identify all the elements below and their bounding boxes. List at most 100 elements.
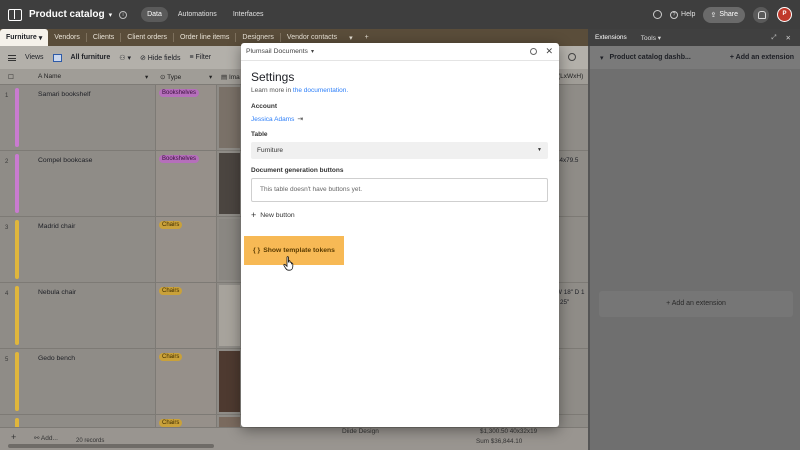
search-icon[interactable] (568, 53, 576, 61)
row-color-strip (15, 352, 19, 411)
chevron-down-icon[interactable]: ▾ (209, 73, 212, 81)
code-value: 40x32x19 (509, 428, 538, 435)
tab-extensions[interactable]: Extensions (588, 34, 634, 41)
attachment-thumbnail[interactable] (219, 285, 240, 346)
column-name[interactable]: A Name (38, 73, 61, 80)
attachment-thumbnail[interactable] (219, 219, 240, 280)
account-name[interactable]: Jessica Adams (251, 116, 294, 123)
horizontal-scrollbar[interactable] (8, 444, 214, 448)
chevron-down-icon: ▼ (537, 147, 542, 153)
add-record-icon[interactable]: + (11, 432, 16, 442)
show-template-tokens-label: Show template tokens (263, 247, 335, 254)
add-extension-box-label: Add an extension (671, 300, 726, 307)
row-number: 3 (5, 225, 9, 231)
cell-name[interactable]: Nebula chair (38, 289, 76, 296)
tab-vendors[interactable]: Vendors (48, 29, 86, 46)
grid-view-icon (52, 53, 62, 62)
select-all-checkbox[interactable]: ☐ (8, 73, 14, 81)
table-select[interactable]: Furniture ▼ (251, 142, 548, 159)
cell-size-line-2: 25" (560, 299, 570, 306)
extension-name[interactable]: Plumsail Documents (246, 48, 308, 55)
tab-order-line-items[interactable]: Order line items (174, 29, 235, 46)
expand-icon[interactable]: ⤢ (771, 34, 776, 42)
cell-size[interactable]: W 18" D 1 (556, 289, 584, 296)
type-badge: Chairs (159, 419, 183, 427)
info-icon[interactable]: i (119, 10, 128, 19)
tab-clients[interactable]: Clients (87, 29, 120, 46)
avatar[interactable]: P (777, 7, 792, 22)
base-name[interactable]: Product catalog (29, 9, 105, 20)
documentation-link[interactable]: the documentation. (293, 87, 348, 94)
plus-icon: + (251, 210, 257, 220)
new-button[interactable]: + New button (251, 210, 295, 220)
logout-icon[interactable]: ⇥ (297, 115, 303, 123)
chevron-down-icon[interactable]: ▾ (311, 48, 314, 55)
type-badge: Chairs (159, 353, 183, 361)
close-icon[interactable]: ✕ (786, 34, 791, 42)
share-icon: ⇪ (710, 11, 717, 19)
column-image[interactable]: ▤ Ima (221, 73, 240, 81)
hand-pointer-icon (283, 256, 294, 271)
price-value: $1,300.50 (480, 428, 509, 435)
chevron-down-icon[interactable]: ▾ (145, 73, 148, 81)
add-record-button[interactable]: ⚯ Add... (34, 434, 58, 442)
extensions-bar: Extensions Tools ▾ ⤢ ✕ (588, 29, 800, 46)
view-name[interactable]: All furniture (71, 54, 111, 61)
filter-button[interactable]: ≡ Filter (189, 54, 211, 61)
braces-icon: { } (253, 247, 261, 254)
dialog-header: Plumsail Documents ▾ ✕ (241, 43, 559, 61)
cell-name[interactable]: Madrid chair (38, 223, 75, 230)
learn-prefix: Learn more in (251, 87, 292, 94)
attachment-thumbnail[interactable] (219, 351, 240, 412)
column-size[interactable]: (LxWxH) (558, 73, 583, 80)
page-title: Settings (251, 70, 295, 84)
cell-designer: Diide Design (342, 428, 379, 435)
cell-name[interactable]: Samari bookshelf (38, 91, 91, 98)
tab-furniture[interactable]: Furniture ▾ (0, 29, 49, 46)
type-badge: Chairs (159, 287, 183, 295)
chevron-down-icon[interactable]: ▾ (109, 11, 113, 19)
menu-icon[interactable] (8, 54, 16, 61)
cell-price: $1,300.50 40x32x19 (480, 428, 537, 435)
help-label: Help (681, 11, 696, 18)
help-button[interactable]: ? Help (670, 10, 696, 19)
people-icon: ⚇ ▾ (119, 54, 131, 62)
row-color-strip (15, 286, 19, 345)
chevron-down-icon[interactable]: ▾ (600, 54, 604, 62)
tab-label: Furniture (6, 34, 37, 41)
row-number: 5 (5, 357, 9, 363)
attachment-thumbnail[interactable] (219, 87, 240, 148)
nav-interfaces[interactable]: Interfaces (227, 7, 270, 22)
nav-data[interactable]: Data (141, 7, 168, 22)
cell-name[interactable]: Compel bookcase (38, 157, 92, 164)
help-icon: ? (670, 10, 679, 19)
column-name-label: Name (43, 73, 62, 80)
dashboard-name[interactable]: Product catalog dashb... (610, 54, 691, 61)
close-icon[interactable]: ✕ (545, 47, 553, 56)
sum-summary: Sum $36,844.10 (476, 438, 523, 445)
learn-more-text: Learn more in the documentation. (251, 87, 348, 94)
filter-label: Filter (195, 54, 212, 61)
tab-tools[interactable]: Tools ▾ (634, 34, 668, 42)
hide-fields-button[interactable]: ⊘ Hide fields (140, 54, 181, 62)
row-number: 1 (5, 93, 9, 99)
bell-icon[interactable] (753, 6, 769, 23)
tab-client-orders[interactable]: Client orders (121, 29, 173, 46)
extension-settings-dialog: Plumsail Documents ▾ ✕ Settings Learn mo… (241, 43, 559, 427)
attachment-thumbnail[interactable] (219, 153, 240, 214)
column-type-label: Type (167, 74, 182, 81)
share-button[interactable]: ⇪ Share (703, 6, 745, 23)
extensions-panel: ▾ Product catalog dashb... + Add an exte… (588, 46, 800, 450)
cell-size[interactable]: 14x79.5 (556, 157, 578, 164)
gear-icon[interactable] (530, 48, 538, 55)
views-button[interactable]: Views (25, 54, 44, 61)
column-type[interactable]: ⊙ Type (160, 73, 181, 81)
cell-name[interactable]: Gedo bench (38, 355, 75, 362)
add-extension-placeholder[interactable]: + Add an extension (599, 291, 793, 317)
add-extension-button[interactable]: + Add an extension (730, 54, 794, 61)
docgen-buttons-list: This table doesn't have buttons yet. (251, 178, 548, 202)
account-label: Account (251, 103, 277, 110)
history-icon[interactable] (653, 10, 663, 19)
nav-automations[interactable]: Automations (172, 7, 223, 22)
type-badge: Bookshelves (159, 155, 200, 163)
